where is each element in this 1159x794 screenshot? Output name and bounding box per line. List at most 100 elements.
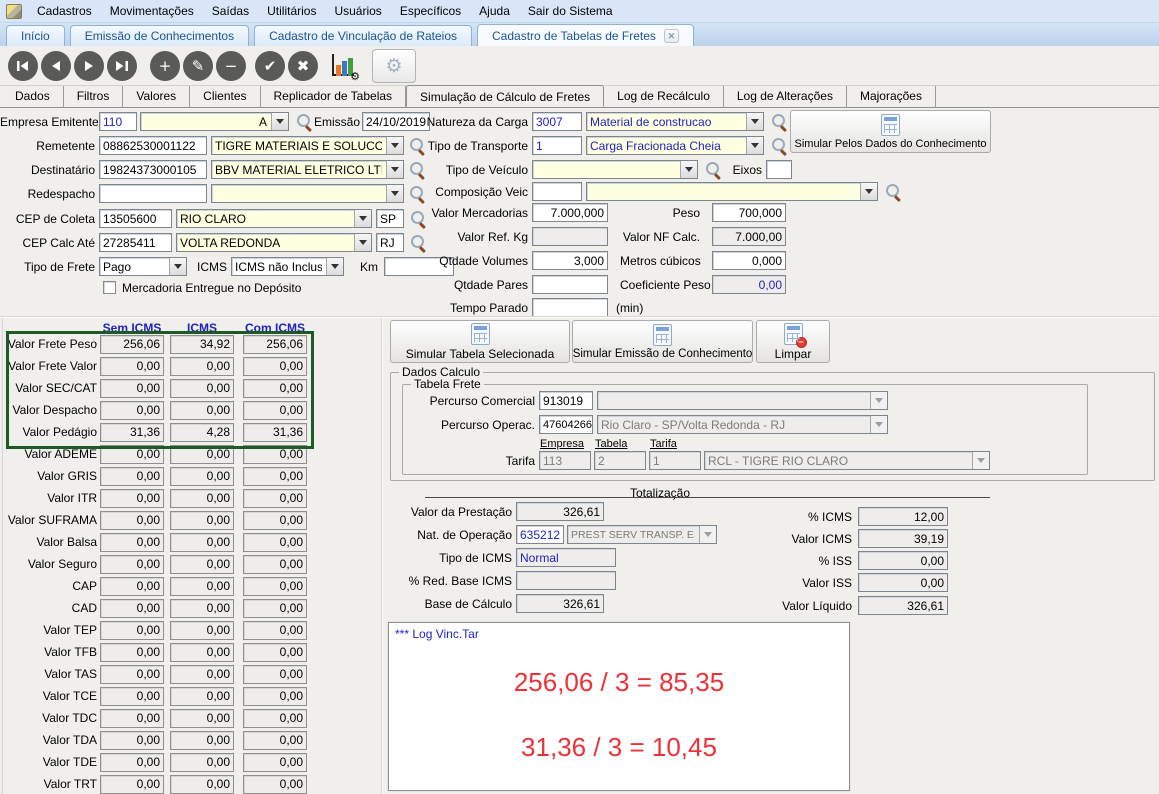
natureza-carga-code-field[interactable]: 3007 <box>532 112 582 131</box>
row-label: Valor TCE <box>0 689 97 703</box>
composicao-veic-combo[interactable] <box>586 182 878 201</box>
cancel-button[interactable]: ✖ <box>288 51 318 81</box>
menu-usuarios[interactable]: Usuários <box>325 1 390 21</box>
simular-emissao-conhecimento-button[interactable]: Simular Emissão de Conhecimento <box>572 320 753 363</box>
coeficiente-peso-label: Coeficiente Peso <box>620 276 700 294</box>
chevron-down-icon[interactable] <box>271 113 288 130</box>
previous-record-button[interactable] <box>41 51 71 81</box>
cep-coleta-field[interactable]: 13505600 <box>99 209 172 228</box>
menu-saidas[interactable]: Saídas <box>203 1 258 21</box>
cep-coleta-city-combo[interactable]: RIO CLARO <box>176 209 372 228</box>
chevron-down-icon[interactable] <box>386 185 403 202</box>
add-button[interactable]: + <box>150 51 180 81</box>
eixos-field[interactable] <box>766 160 792 179</box>
tab-emissao-conhecimentos[interactable]: Emissão de Conhecimentos <box>70 25 249 46</box>
composicao-veic-code-field[interactable] <box>532 182 582 201</box>
chevron-down-icon[interactable] <box>746 137 763 154</box>
log-panel[interactable]: *** Log Vinc.Tar 256,06 / 3 = 85,35 31,3… <box>388 622 850 791</box>
menu-utilitarios[interactable]: Utilitários <box>258 1 325 21</box>
percurso-comercial-code-field[interactable]: 913019 <box>539 391 593 410</box>
destinatario-code-field[interactable]: 19824373000105 <box>99 160 207 179</box>
cep-calc-ate-city-combo[interactable]: VOLTA REDONDA <box>176 233 372 252</box>
confirm-button[interactable]: ✔ <box>255 51 285 81</box>
tempo-parado-field[interactable] <box>532 298 608 317</box>
natureza-carga-combo[interactable]: Material de construcao <box>586 112 764 131</box>
icms-combo[interactable]: ICMS não Incluso <box>231 257 344 276</box>
nat-operacao-code-field[interactable]: 635212 <box>516 525 564 544</box>
divider <box>381 318 383 794</box>
combo-value: PREST SERV TRANSP. EST. IND <box>571 529 695 541</box>
chevron-down-icon[interactable] <box>354 210 371 227</box>
empresa-emitente-combo[interactable]: A <box>140 112 289 131</box>
subtab-valores[interactable]: Valores <box>123 86 190 108</box>
tipo-frete-combo[interactable]: Pago <box>99 257 187 276</box>
limpar-button[interactable]: − Limpar <box>756 320 830 363</box>
next-record-button[interactable] <box>74 51 104 81</box>
subtab-simulacao-calculo[interactable]: Simulação de Cálculo de Fretes <box>406 85 604 107</box>
menu-cadastros[interactable]: Cadastros <box>28 1 101 21</box>
row-label: Valor SUFRAMA <box>0 513 97 527</box>
valor-mercadorias-field[interactable]: 7.000,000 <box>532 203 608 222</box>
last-record-button[interactable] <box>107 51 137 81</box>
subtab-dados[interactable]: Dados <box>2 86 64 108</box>
metros-cubicos-field[interactable]: 0,000 <box>712 251 786 270</box>
search-icon[interactable] <box>771 113 789 131</box>
remetente-combo[interactable]: TIGRE MATERIAIS E SOLUCOES PAR <box>211 136 404 155</box>
qtdade-volumes-field[interactable]: 3,000 <box>532 251 608 270</box>
chevron-down-icon[interactable] <box>386 137 403 154</box>
chevron-down-icon[interactable] <box>860 183 877 200</box>
peso-field[interactable]: 700,000 <box>712 203 786 222</box>
remetente-code-field[interactable]: 08862530001122 <box>99 136 207 155</box>
delete-button[interactable]: − <box>216 51 246 81</box>
tipo-veiculo-combo[interactable] <box>532 160 698 179</box>
tab-vinculacao-rateios[interactable]: Cadastro de Vinculação de Rateios <box>254 25 472 46</box>
tipo-veiculo-label: Tipo de Veículo <box>420 161 528 179</box>
menu-sair[interactable]: Sair do Sistema <box>519 1 622 21</box>
chevron-down-icon[interactable] <box>746 113 763 130</box>
cep-calc-ate-field[interactable]: 27285411 <box>99 233 172 252</box>
chevron-down-icon[interactable] <box>386 161 403 178</box>
settings-button[interactable]: ⚙ <box>372 49 416 83</box>
subtab-clientes[interactable]: Clientes <box>190 86 260 108</box>
menu-ajuda[interactable]: Ajuda <box>470 1 519 21</box>
tab-inicio[interactable]: Início <box>6 25 65 46</box>
cep-coleta-uf-field[interactable]: SP <box>376 209 404 228</box>
tab-tabelas-fretes[interactable]: Cadastro de Tabelas de Fretes ✕ <box>477 24 694 46</box>
subtab-log-alteracoes[interactable]: Log de Alterações <box>724 86 847 108</box>
menu-especificos[interactable]: Específicos <box>391 1 470 21</box>
chevron-down-icon[interactable] <box>169 258 186 275</box>
chart-icon[interactable]: ⚙ <box>330 54 358 80</box>
tipo-frete-label: Tipo de Frete <box>0 258 95 276</box>
subtab-majoracoes[interactable]: Majorações <box>847 86 936 108</box>
simular-dados-conhecimento-button[interactable]: Simular Pelos Dados do Conhecimento <box>790 110 991 153</box>
redespacho-combo[interactable] <box>211 184 404 203</box>
tempo-parado-unit-label: (min) <box>616 299 656 317</box>
percurso-operac-code-field[interactable]: 47604266 <box>539 415 593 434</box>
subtab-replicador[interactable]: Replicador de Tabelas <box>261 86 407 108</box>
search-icon[interactable] <box>705 161 723 179</box>
simular-tabela-selecionada-button[interactable]: Simular Tabela Selecionada <box>390 320 570 363</box>
redespacho-code-field[interactable] <box>99 184 207 203</box>
menu-movimentacoes[interactable]: Movimentações <box>101 1 203 21</box>
chevron-down-icon[interactable] <box>680 161 697 178</box>
tipo-transporte-code-field[interactable]: 1 <box>532 136 582 155</box>
cep-calc-ate-uf-field[interactable]: RJ <box>376 233 404 252</box>
percurso-comercial-combo <box>597 391 888 410</box>
edit-button[interactable]: ✎ <box>183 51 213 81</box>
qtdade-pares-field[interactable] <box>532 275 608 294</box>
search-icon[interactable] <box>296 113 314 131</box>
subtab-filtros[interactable]: Filtros <box>64 86 124 108</box>
destinatario-combo[interactable]: BBV MATERIAL ELETRICO LTDA ME <box>211 160 404 179</box>
search-icon[interactable] <box>885 183 903 201</box>
close-icon[interactable]: ✕ <box>664 29 679 43</box>
value-cell-sem-icms: 0,00 <box>100 753 164 772</box>
chevron-down-icon[interactable] <box>354 234 371 251</box>
subtab-log-recalculo[interactable]: Log de Recálculo <box>604 86 724 108</box>
first-record-button[interactable] <box>8 51 38 81</box>
entregue-deposito-checkbox[interactable] <box>103 281 116 294</box>
search-icon[interactable] <box>771 137 789 155</box>
chevron-down-icon[interactable] <box>326 258 343 275</box>
empresa-emitente-code-field[interactable]: 110 <box>99 112 137 131</box>
button-label: Limpar <box>775 347 812 361</box>
tipo-transporte-combo[interactable]: Carga Fracionada Cheia <box>586 136 764 155</box>
